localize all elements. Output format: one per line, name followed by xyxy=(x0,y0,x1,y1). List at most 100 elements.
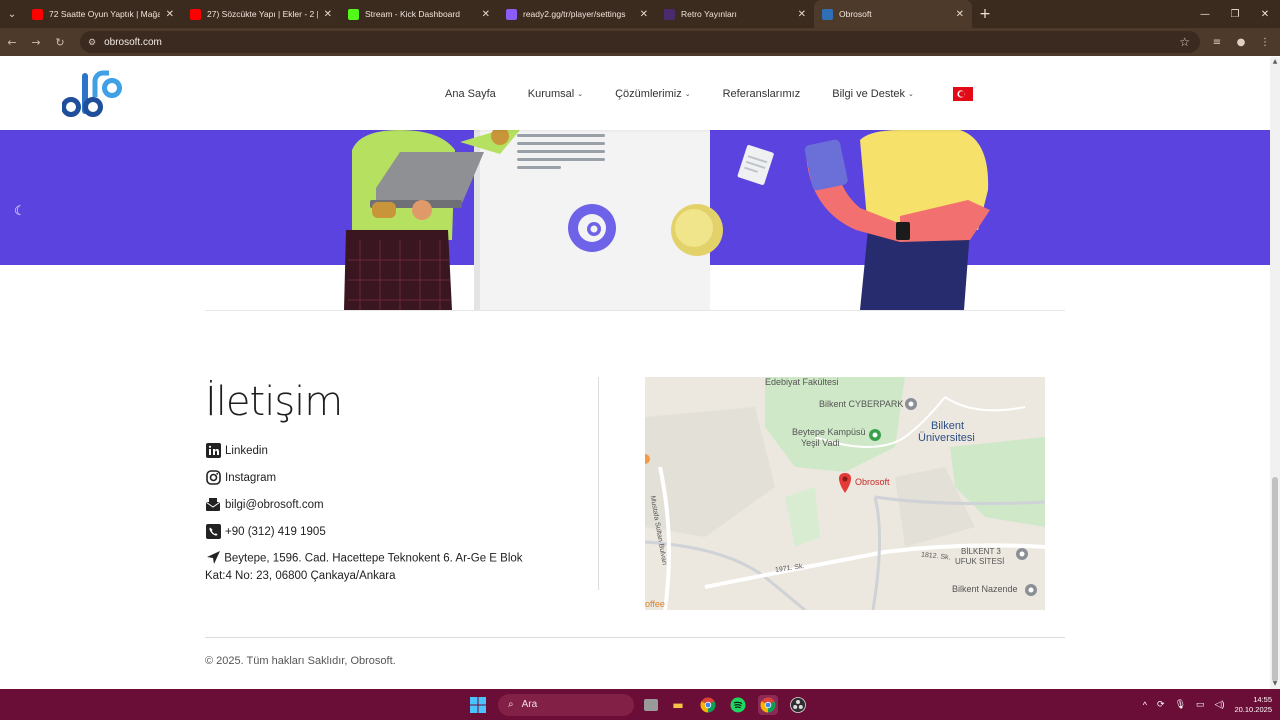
microphone-icon[interactable]: 🎙 xyxy=(1175,699,1186,710)
contact-email-label[interactable]: bilgi@obrosoft.com xyxy=(225,499,324,511)
url-bar[interactable]: ⚙ obrosoft.com ☆ xyxy=(80,31,1200,53)
embedded-map[interactable]: Edebiyat Fakültesi Bilkent CYBERPARK Bey… xyxy=(645,377,1045,610)
profile-avatar-icon[interactable]: ● xyxy=(1232,33,1250,51)
minimize-icon[interactable]: — xyxy=(1190,0,1220,28)
map-label-coffee: offee xyxy=(645,599,665,609)
contact-heading: İletişim xyxy=(205,379,343,425)
chrome-active-icon[interactable] xyxy=(758,694,778,715)
taskbar-search-box[interactable]: ⌕ Ara xyxy=(498,693,634,716)
nav-item[interactable]: Ana Sayfa xyxy=(445,88,496,100)
nav-item[interactable]: Bilgi ve Destek ⌄ xyxy=(832,88,914,100)
file-explorer-icon[interactable]: ▬ xyxy=(668,695,688,715)
tab-favicon-icon xyxy=(32,8,43,20)
contact-phone-label[interactable]: +90 (312) 419 1905 xyxy=(225,526,326,538)
chrome-icon[interactable] xyxy=(698,695,718,715)
back-button[interactable]: ← xyxy=(0,28,24,56)
copyright-text: © 2025. Tüm hakları Saklıdır, Obrosoft. xyxy=(205,655,396,667)
nav-item[interactable]: Referanslarımız xyxy=(723,88,801,100)
contact-phone[interactable]: +90 (312) 419 1905 xyxy=(205,518,523,545)
map-label-bilkent-1: Bilkent xyxy=(931,420,965,432)
browser-tab-strip: ⌄ 72 Saatte Oyun Yaptık | Mağara ✕ 27) Söz… xyxy=(0,0,1280,28)
new-tab-button[interactable]: + xyxy=(972,0,998,28)
browser-tab[interactable]: Obrosoft ✕ xyxy=(814,0,972,28)
map-label-ufuk-1: BİLKENT 3 xyxy=(961,547,1001,556)
tab-title: 27) Sözcükte Yapı | Ekler - 2 | Al xyxy=(207,9,318,19)
scrollbar-thumb[interactable] xyxy=(1272,477,1278,682)
tab-favicon-icon xyxy=(506,8,517,20)
footer-divider xyxy=(205,637,1065,638)
tab-title: Retro Yayınları xyxy=(681,9,737,19)
tab-close-icon[interactable]: ✕ xyxy=(324,9,332,20)
scroll-up-arrow-icon[interactable]: ▲ xyxy=(1270,57,1280,67)
sync-icon[interactable]: ⟳ xyxy=(1157,699,1165,710)
tab-search-icon[interactable]: ⌄ xyxy=(0,0,24,28)
turkey-flag-icon[interactable] xyxy=(953,87,973,101)
mail-icon xyxy=(205,497,221,513)
tab-title: ready2.gg/tr/player/settings xyxy=(523,9,626,19)
linkedin-icon xyxy=(205,443,221,459)
taskbar-clock[interactable]: 14:55 20.10.2025 xyxy=(1234,695,1272,715)
tab-close-icon[interactable]: ✕ xyxy=(956,9,964,20)
nav-item-label: Kurumsal xyxy=(527,87,575,100)
hero-artwork xyxy=(344,130,990,310)
network-icon[interactable]: ▭ xyxy=(1196,699,1205,710)
tab-close-icon[interactable]: ✕ xyxy=(798,9,806,20)
search-icon: ⌕ xyxy=(508,699,514,710)
contact-linkedin[interactable]: Linkedin xyxy=(205,437,523,464)
tab-close-icon[interactable]: ✕ xyxy=(640,9,648,20)
maximize-icon[interactable]: ❐ xyxy=(1220,0,1250,28)
clock-time: 14:55 xyxy=(1253,694,1272,704)
scroll-down-arrow-icon[interactable]: ▼ xyxy=(1270,679,1280,689)
tab-favicon-icon xyxy=(190,8,201,20)
browser-menu-icon[interactable]: ⋮ xyxy=(1256,33,1274,51)
tab-favicon-icon xyxy=(822,8,833,20)
window-controls: — ❐ ✕ xyxy=(1190,0,1280,28)
contact-instagram[interactable]: Instagram xyxy=(205,464,523,491)
bookmark-star-icon[interactable]: ☆ xyxy=(1179,35,1190,49)
tray-overflow-icon[interactable]: ^ xyxy=(1143,700,1147,710)
vertical-separator xyxy=(598,377,599,590)
windows-start-icon[interactable] xyxy=(468,695,488,715)
tab-title: Obrosoft xyxy=(839,9,872,19)
windows-taskbar: ⌕ Ara ▬ ^ ⟳ 🎙 ▭ ◁) 14:55 20.10.2025 xyxy=(0,689,1280,720)
main-navigation: Ana Sayfa Kurumsal ⌄ Çözümlerimiz ⌄ Referansl… xyxy=(445,57,914,130)
site-info-icon[interactable]: ⚙ xyxy=(88,37,96,48)
address-line-1: Beytepe, 1596. Cad. Hacettepe Teknokent … xyxy=(224,552,523,565)
tab-title: Stream - Kick Dashboard xyxy=(365,9,460,19)
reading-list-icon[interactable]: ≡ xyxy=(1208,33,1226,51)
nav-item[interactable]: Çözümlerimiz ⌄ xyxy=(615,88,691,100)
nav-item-label: Referanslarımız xyxy=(722,87,801,100)
reload-button[interactable]: ↻ xyxy=(48,28,72,56)
chevron-down-icon: ⌄ xyxy=(577,90,584,98)
browser-tab[interactable]: Stream - Kick Dashboard ✕ xyxy=(340,0,498,28)
volume-icon[interactable]: ◁) xyxy=(1215,699,1225,710)
forward-button[interactable]: → xyxy=(24,28,48,56)
location-arrow-icon xyxy=(205,549,221,565)
contact-linkedin-label[interactable]: Linkedin xyxy=(225,445,268,457)
contact-instagram-label[interactable]: Instagram xyxy=(225,472,276,484)
phone-icon xyxy=(205,524,221,540)
nav-item[interactable]: Kurumsal ⌄ xyxy=(528,88,583,100)
map-label-beytepe-2: Yeşil Vadi xyxy=(801,438,840,448)
browser-extensions: ≡ ● ⋮ xyxy=(1208,28,1274,56)
browser-tab[interactable]: ready2.gg/tr/player/settings ✕ xyxy=(498,0,656,28)
obrosoft-logo[interactable] xyxy=(62,67,126,121)
browser-tab[interactable]: 72 Saatte Oyun Yaptık | Mağara ✕ xyxy=(24,0,182,28)
address-line-2: Kat:4 No: 23, 06800 Çankaya/Ankara xyxy=(205,569,396,582)
contact-email[interactable]: bilgi@obrosoft.com xyxy=(205,491,523,518)
spotify-icon[interactable] xyxy=(728,695,748,715)
task-view-icon[interactable] xyxy=(644,698,658,711)
close-icon[interactable]: ✕ xyxy=(1250,0,1280,28)
browser-tab[interactable]: 27) Sözcükte Yapı | Ekler - 2 | Al ✕ xyxy=(182,0,340,28)
obs-studio-icon[interactable] xyxy=(788,695,808,715)
browser-tab[interactable]: Retro Yayınları ✕ xyxy=(656,0,814,28)
map-label-bilkent-2: Üniversitesi xyxy=(918,432,975,444)
tab-close-icon[interactable]: ✕ xyxy=(166,9,174,20)
nav-item-label: Bilgi ve Destek xyxy=(832,87,906,100)
tab-close-icon[interactable]: ✕ xyxy=(482,9,490,20)
contact-section: İletişim Linkedin Instagram bilgi@obroso… xyxy=(205,375,523,585)
contact-address: Beytepe, 1596. Cad. Hacettepe Teknokent … xyxy=(205,549,523,585)
chevron-down-icon: ⌄ xyxy=(684,90,691,98)
page-scrollbar[interactable]: ▲ ▼ xyxy=(1270,57,1280,689)
map-label-obrosoft: Obrosoft xyxy=(855,477,890,487)
